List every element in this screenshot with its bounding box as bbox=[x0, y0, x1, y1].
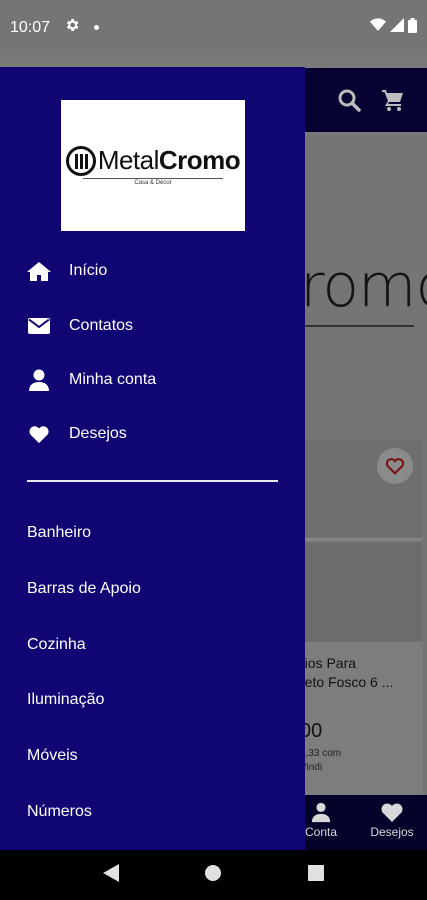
status-bar: 10:07 bbox=[0, 0, 427, 55]
heart-outline-icon bbox=[385, 458, 405, 475]
nav-wishlist[interactable]: Desejos bbox=[362, 801, 422, 839]
envelope-icon bbox=[27, 315, 51, 337]
logo-text: MetalCromo bbox=[97, 145, 241, 175]
system-navigation-bar bbox=[0, 850, 427, 900]
battery-icon bbox=[408, 17, 417, 38]
menu-item-label: Contatos bbox=[69, 317, 134, 334]
user-icon bbox=[311, 802, 331, 823]
heart-icon bbox=[381, 803, 403, 822]
drawer-divider bbox=[27, 480, 278, 482]
logo-tagline: Casa & Décor bbox=[83, 178, 223, 186]
cart-icon[interactable] bbox=[381, 88, 405, 117]
product-card[interactable]: rios Para reto Fosco 6 ... 00 2,33 com V… bbox=[300, 440, 422, 820]
menu-item-contatos[interactable]: Contatos bbox=[27, 311, 133, 341]
user-icon bbox=[27, 369, 51, 391]
product-title: rios Para reto Fosco 6 ... bbox=[300, 655, 394, 690]
home-icon bbox=[27, 260, 51, 282]
category-barras-de-apoio[interactable]: Barras de Apoio bbox=[27, 580, 141, 598]
product-image-secondary bbox=[304, 542, 422, 642]
menu-item-desejos[interactable]: Desejos bbox=[27, 419, 127, 449]
signal-icon bbox=[390, 18, 404, 37]
menu-item-label: Desejos bbox=[69, 425, 127, 442]
drawer-logo[interactable]: MetalCromo Casa & Décor bbox=[61, 100, 245, 231]
product-installments: 2,33 com bbox=[300, 748, 342, 759]
category-cozinha[interactable]: Cozinha bbox=[27, 636, 86, 654]
status-time: 10:07 bbox=[10, 18, 51, 36]
heart-icon bbox=[27, 423, 51, 445]
wishlist-button[interactable] bbox=[377, 448, 413, 484]
menu-item-minha-conta[interactable]: Minha conta bbox=[27, 365, 156, 395]
category-moveis[interactable]: Móveis bbox=[27, 747, 78, 765]
home-circle-icon[interactable] bbox=[204, 864, 222, 887]
wifi-icon bbox=[370, 18, 386, 37]
menu-item-label: Minha conta bbox=[69, 371, 157, 388]
back-icon[interactable] bbox=[102, 863, 119, 887]
category-numeros[interactable]: Números bbox=[27, 803, 92, 821]
menu-item-label: Início bbox=[69, 262, 108, 279]
category-iluminacao[interactable]: Iluminação bbox=[27, 691, 104, 709]
recents-icon[interactable] bbox=[308, 864, 325, 886]
category-banheiro[interactable]: Banheiro bbox=[27, 524, 91, 542]
navigation-drawer: MetalCromo Casa & Décor Início Contatos … bbox=[0, 67, 305, 850]
notification-dot bbox=[94, 25, 100, 30]
nav-account-label: Conta bbox=[304, 825, 338, 839]
nav-wishlist-label: Desejos bbox=[370, 825, 414, 839]
logo-mark-icon bbox=[65, 145, 96, 176]
settings-icon bbox=[64, 17, 80, 38]
menu-item-inicio[interactable]: Início bbox=[27, 256, 107, 286]
brand-logo-partial: romo bbox=[300, 251, 427, 321]
brand-underline bbox=[300, 325, 414, 327]
search-icon[interactable] bbox=[337, 88, 361, 117]
